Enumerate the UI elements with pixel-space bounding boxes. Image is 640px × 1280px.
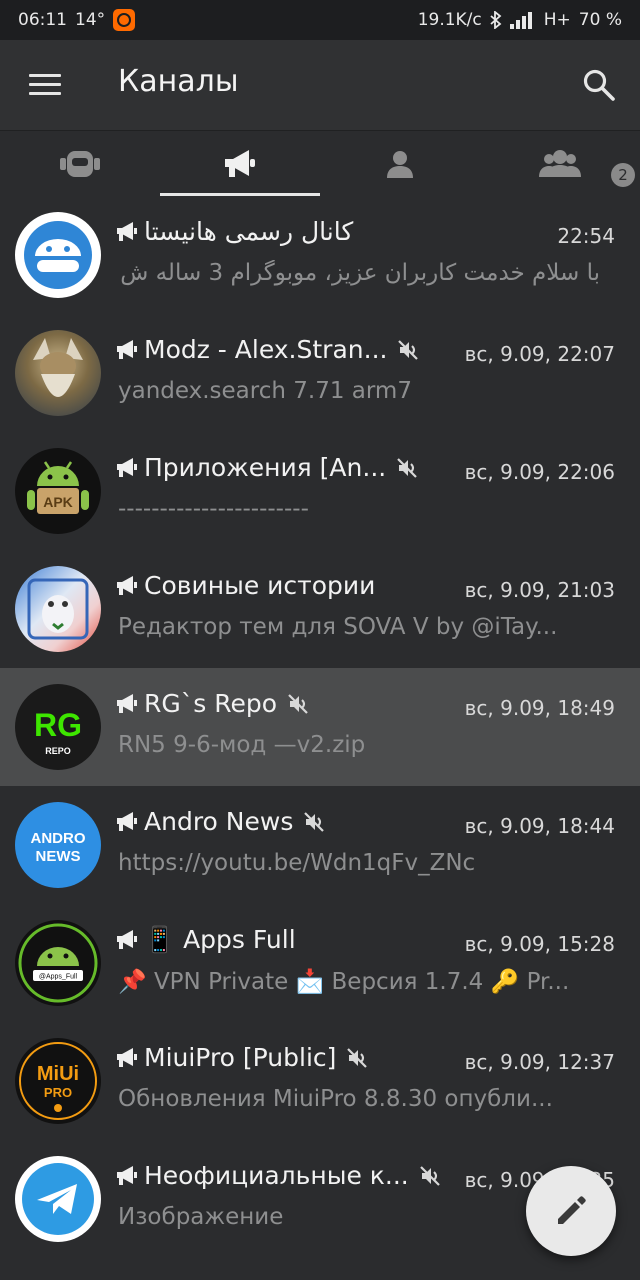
status-time: 06:11 [18, 10, 67, 30]
avatar: APK [15, 448, 101, 534]
megaphone-icon [117, 930, 137, 949]
page-title: Каналы [118, 64, 239, 99]
message-time: вс, 9.09, 21:03 [464, 578, 615, 602]
message-time: вс, 9.09, 22:07 [464, 342, 615, 366]
list-item[interactable]: Modz - Alex.Stran... вс, 9.09, 22:07 yan… [0, 314, 640, 432]
status-speed: 19.1K/c [417, 10, 482, 30]
message-preview: Обновления MiuiPro 8.8.30 опубли... [118, 1086, 553, 1112]
channel-name: Неофициальные к... [144, 1161, 409, 1190]
avatar: @Apps_Full [15, 920, 101, 1006]
robot-icon [60, 151, 100, 177]
channel-list: کانال رسمی هانیستا 22:54 با سلام خدمت کا… [0, 196, 640, 1258]
message-time: вс, 9.09, 12:37 [464, 1050, 615, 1074]
mute-icon [347, 1047, 368, 1068]
list-item[interactable]: ANDRO NEWS Andro News вс, 9.09, 18:44 ht… [0, 786, 640, 904]
megaphone-icon [117, 575, 137, 595]
avatar [15, 566, 101, 652]
mute-icon [419, 1165, 440, 1186]
tab-bar: 2 [0, 130, 640, 197]
status-bar: 06:11 14° 19.1K/c H+ 70 % [0, 0, 640, 40]
rg-label: RG [34, 707, 82, 743]
megaphone-icon [225, 150, 255, 177]
channel-name: Приложения [An... [144, 453, 387, 482]
list-item[interactable]: Совиные истории вс, 9.09, 21:03 Редактор… [0, 550, 640, 668]
person-icon [387, 151, 413, 178]
signal-icon [509, 12, 532, 29]
bluetooth-icon [490, 11, 502, 29]
channel-name: MiuiPro [Public] [144, 1043, 337, 1072]
avatar [15, 1156, 101, 1242]
tab-bots[interactable] [0, 131, 160, 197]
channel-name: Modz - Alex.Stran... [144, 335, 388, 364]
message-preview: https://youtu.be/Wdn1qFv_ZNc [118, 850, 476, 876]
pencil-icon [558, 1196, 586, 1224]
message-time: вс, 9.09, 18:44 [464, 814, 615, 838]
channel-name: 📱 Apps Full [144, 925, 296, 954]
avatar [15, 212, 101, 298]
andro-label: ANDRO [31, 830, 86, 847]
megaphone-icon [117, 811, 137, 831]
list-item[interactable]: RG REPO RG`s Repo вс, 9.09, 18:49 RN5 9-… [0, 668, 640, 786]
message-preview: با سلام خدمت کاربران عزیز، موبوگرام 3 سا… [118, 260, 600, 286]
megaphone-icon [117, 693, 137, 713]
search-icon[interactable] [582, 68, 616, 102]
channel-name: کانال رسمی هانیستا [144, 217, 354, 246]
compose-button[interactable] [526, 1166, 616, 1256]
avatar: RG REPO [15, 684, 101, 770]
app-bar: Каналы [0, 40, 640, 130]
mute-icon [398, 339, 419, 360]
pro-label: PRO [44, 1085, 72, 1100]
avatar: ANDRO NEWS [15, 802, 101, 888]
mute-icon [397, 457, 417, 478]
message-preview: ----------------------- [118, 496, 309, 522]
mute-icon [288, 693, 308, 714]
tab-channels[interactable] [160, 131, 320, 197]
status-battery: 70 % [578, 10, 622, 30]
megaphone-icon [117, 457, 137, 477]
message-preview: 📌 VPN Private 📩 Версия 1.7.4 🔑 Pr... [118, 969, 570, 995]
avatar [15, 330, 101, 416]
message-time: вс, 9.09, 22:06 [464, 460, 615, 484]
megaphone-icon [117, 339, 137, 359]
menu-icon[interactable] [29, 74, 61, 96]
megaphone-icon [117, 1165, 137, 1185]
channel-name: RG`s Repo [144, 689, 278, 718]
mute-icon [304, 811, 325, 832]
status-temperature: 14° [75, 10, 106, 30]
apk-label: APK [43, 494, 73, 510]
message-time: 22:54 [557, 224, 615, 248]
tab-contacts[interactable] [320, 131, 480, 197]
message-preview: RN5 9-6-мод —v2.zip [118, 732, 366, 758]
repo-label: REPO [45, 746, 71, 756]
list-item[interactable]: کانال رسمی هانیستا 22:54 با سلام خدمت کا… [0, 196, 640, 314]
list-item[interactable]: @Apps_Full 📱 Apps Full вс, 9.09, 15:28 📌… [0, 904, 640, 1022]
group-icon [539, 150, 581, 177]
message-preview: Редактор тем для SOVA V by @iTay... [118, 614, 558, 640]
groups-unread-badge: 2 [611, 163, 635, 187]
news-label: NEWS [36, 848, 81, 865]
status-network: H+ [543, 10, 571, 30]
list-item[interactable]: APK Приложения [An... вс, 9.09, 22:06 --… [0, 432, 640, 550]
message-time: вс, 9.09, 18:49 [464, 696, 615, 720]
megaphone-icon [117, 1047, 137, 1067]
apps-full-tag: @Apps_Full [39, 974, 78, 981]
channel-name: Andro News [144, 807, 294, 836]
list-item[interactable]: MiUi PRO MiuiPro [Public] вс, 9.09, 12:3… [0, 1022, 640, 1140]
channel-name: Совиные истории [144, 571, 376, 600]
avatar: MiUi PRO [15, 1038, 101, 1124]
message-preview: yandex.search 7.71 arm7 [118, 378, 412, 404]
miui-label: MiUi [37, 1063, 79, 1085]
mi-app-icon [113, 9, 136, 31]
megaphone-icon [117, 221, 137, 241]
message-time: вс, 9.09, 15:28 [464, 932, 615, 956]
